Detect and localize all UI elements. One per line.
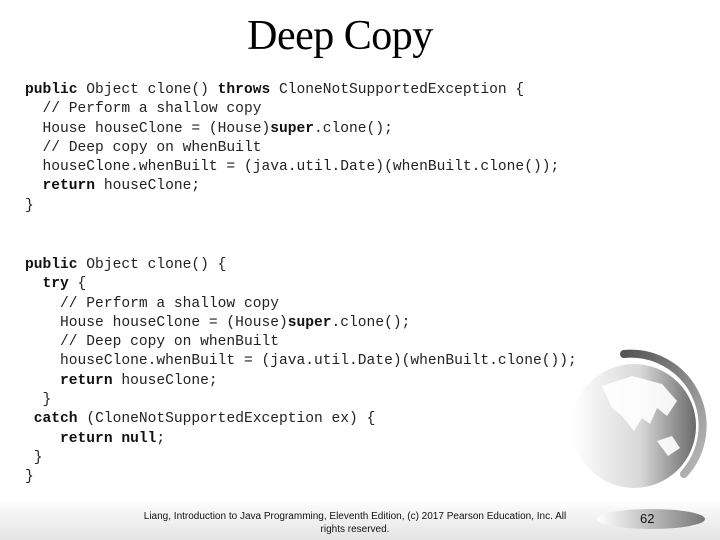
code-line: House houseClone = (House)super.clone();: [25, 314, 577, 333]
code-text: Object clone() {: [77, 257, 227, 273]
code-line: // Perform a shallow copy: [25, 100, 559, 119]
code-line: try {: [25, 275, 577, 294]
code-text: // Perform a shallow copy: [25, 295, 279, 312]
code-text: }: [25, 392, 52, 409]
code-line: House houseClone = (House)super.clone();: [25, 120, 559, 139]
code-line: public Object clone() {: [25, 256, 577, 275]
code-line: // Deep copy on whenBuilt: [25, 139, 559, 158]
code-line: return houseClone;: [25, 372, 577, 391]
code-text: .clone();: [331, 314, 411, 331]
code-text: houseClone.whenBuilt = (java.util.Date)(…: [25, 159, 560, 176]
code-line: houseClone.whenBuilt = (java.util.Date)(…: [25, 158, 560, 177]
code-keyword: return: [60, 430, 113, 447]
code-keyword: return: [42, 178, 96, 195]
code-text: // Deep copy on whenBuilt: [25, 139, 262, 156]
code-text: }: [25, 449, 43, 466]
code-line: houseClone.whenBuilt = (java.util.Date)(…: [25, 352, 577, 371]
code-block-clone-throws: public Object clone() throws CloneNotSup…: [25, 81, 559, 216]
code-line: catch (CloneNotSupportedException ex) {: [25, 410, 577, 429]
code-line: }: [25, 468, 577, 487]
code-text: // Deep copy on whenBuilt: [25, 334, 279, 351]
code-text: houseClone.whenBuilt = (java.util.Date)(…: [25, 353, 577, 370]
code-text: Object clone(): [77, 82, 218, 98]
code-text: House houseClone = (House): [25, 120, 271, 137]
code-line: }: [25, 391, 577, 410]
code-keyword: super: [270, 120, 315, 137]
footer-line-1: Liang, Introduction to Java Programming,…: [143, 511, 567, 522]
code-keyword: try: [42, 276, 69, 293]
code-text: }: [25, 469, 34, 486]
code-text: (CloneNotSupportedException ex) {: [77, 411, 376, 428]
code-text: House houseClone = (House): [25, 314, 288, 331]
code-keyword: super: [287, 314, 332, 331]
code-line: public Object clone() throws CloneNotSup…: [25, 81, 559, 100]
code-line: return houseClone;: [25, 177, 559, 196]
footer-copyright: Liang, Introduction to Java Programming,…: [130, 510, 580, 536]
code-text: CloneNotSupportedException {: [270, 82, 525, 98]
code-line: return null;: [25, 430, 577, 449]
code-text: houseClone;: [95, 178, 201, 195]
code-line: // Perform a shallow copy: [25, 295, 577, 314]
code-text: ;: [156, 430, 166, 447]
code-line: }: [25, 197, 559, 216]
code-block-clone-try-catch: public Object clone() { try { // Perform…: [25, 256, 577, 488]
code-text: {: [68, 276, 87, 293]
code-keyword: public: [25, 82, 78, 98]
code-keyword: null: [121, 430, 157, 447]
code-keyword: return: [60, 372, 113, 389]
code-line: // Deep copy on whenBuilt: [25, 333, 577, 352]
slide-title: Deep Copy: [247, 13, 433, 59]
page-number: 62: [640, 511, 655, 526]
footer-line-2: rights reserved.: [320, 524, 390, 535]
globe-icon: [572, 349, 707, 488]
code-text: .clone();: [314, 120, 393, 137]
code-keyword: catch: [33, 411, 78, 428]
code-line: }: [25, 449, 577, 468]
code-keyword: throws: [217, 82, 271, 98]
code-text: houseClone;: [112, 372, 218, 389]
code-text: // Perform a shallow copy: [25, 101, 262, 118]
code-keyword: public: [25, 257, 78, 273]
code-text: }: [25, 197, 34, 214]
